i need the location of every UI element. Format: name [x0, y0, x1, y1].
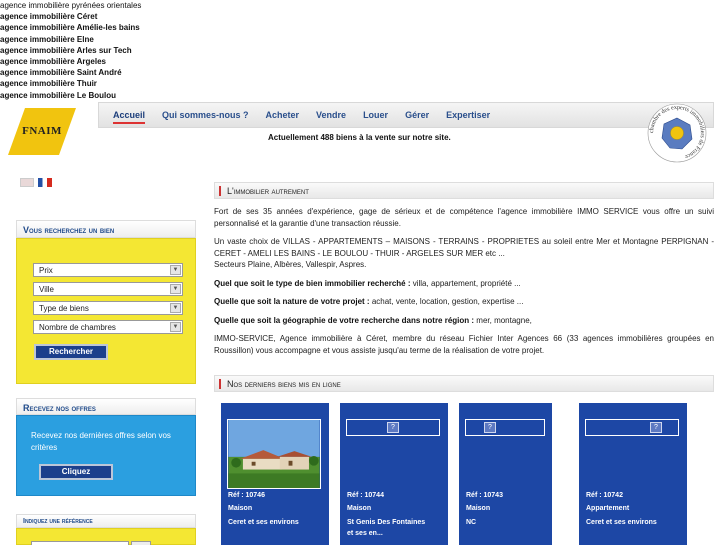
intro-question: Quelle que soit la géographie de votre r…: [214, 315, 714, 327]
chevron-down-icon: ▼: [170, 303, 181, 313]
top-links: agence immobilière pyrénées orientales a…: [0, 0, 141, 101]
listing-photo-placeholder[interactable]: ?: [585, 419, 679, 436]
intro-paragraph-main: Un vaste choix de VILLAS - APPARTEMENTS …: [214, 237, 714, 258]
nav-item-accueil[interactable]: Accueil: [113, 110, 146, 124]
nav-item-vendre[interactable]: Vendre: [316, 110, 346, 124]
search-panel-title: Vous recherchez un bien: [16, 220, 196, 238]
english-flag-icon[interactable]: [20, 178, 34, 187]
intro-question-text: villa, appartement, propriété ...: [410, 278, 521, 288]
intro-paragraph: Un vaste choix de VILLAS - APPARTEMENTS …: [214, 236, 714, 271]
listing-ref: Réf : 10746: [228, 492, 265, 499]
language-switcher: [20, 178, 52, 187]
property-type-select[interactable]: Type de biens ▼: [33, 301, 183, 315]
listing-photo[interactable]: [227, 419, 321, 489]
chevron-down-icon: ▼: [170, 284, 181, 294]
nav-item-gerer[interactable]: Gérer: [405, 110, 429, 124]
listing-ref: Réf : 10744: [347, 492, 384, 499]
offers-panel-title: Recevez nos offres: [16, 398, 196, 415]
top-link[interactable]: agence immobilière Le Boulou: [0, 90, 141, 101]
nav-item-acheter[interactable]: Acheter: [266, 110, 300, 124]
listing-photo-placeholder[interactable]: ?: [346, 419, 440, 436]
bedrooms-select[interactable]: Nombre de chambres ▼: [33, 320, 183, 334]
price-select-label: Prix: [39, 266, 53, 275]
property-type-select-label: Type de biens: [39, 304, 89, 313]
intro-section-title: L'immobilier autrement: [214, 182, 714, 199]
listing-ref: Réf : 10743: [466, 492, 503, 499]
listing-card[interactable]: ? Réf : 10742 Appartement Ceret et ses e…: [579, 403, 687, 545]
broken-image-icon: ?: [650, 422, 662, 433]
fnaim-logo-text: FNAIM: [22, 125, 62, 137]
top-link[interactable]: agence immobilière Céret: [0, 11, 141, 22]
top-link[interactable]: agence immobilière Arles sur Tech: [0, 45, 141, 56]
listing-card[interactable]: ? Réf : 10744 Maison St Genis Des Fontai…: [340, 403, 448, 545]
listing-photo-placeholder[interactable]: ?: [465, 419, 545, 436]
intro-paragraph-sectors: Secteurs Plaine, Albères, Vallespir, Asp…: [214, 260, 367, 269]
intro-question-label: Quel que soit le type de bien immobilier…: [214, 278, 411, 288]
intro-paragraph: IMMO-SERVICE, Agence immobilière à Céret…: [214, 334, 714, 355]
listing-card[interactable]: Réf : 10746 Maison Ceret et ses environs: [221, 403, 329, 545]
intro-question-label: Quelle que soit la géographie de votre r…: [214, 315, 475, 325]
top-link[interactable]: agence immobilière Thuir: [0, 78, 141, 89]
reference-submit-button[interactable]: [131, 541, 151, 545]
listing-type: Maison: [228, 505, 253, 512]
listing-type: Maison: [466, 505, 491, 512]
listing-place: St Genis Des Fontaines: [347, 519, 426, 526]
french-flag-icon[interactable]: [38, 178, 52, 187]
top-link[interactable]: agence immobilière Amélie-les bains: [0, 22, 141, 33]
top-link[interactable]: agence immobilière Elne: [0, 34, 141, 45]
intro-question: Quelle que soit la nature de votre proje…: [214, 296, 714, 308]
listing-card[interactable]: ? Réf : 10743 Maison NC: [459, 403, 552, 545]
reference-panel: Indiquez une référence: [16, 514, 196, 545]
city-select[interactable]: Ville ▼: [33, 282, 183, 296]
experts-seal-logo: chambre des experts immobiliers de Franc…: [647, 103, 707, 163]
listing-ref: Réf : 10742: [586, 492, 623, 499]
nav-item-louer[interactable]: Louer: [363, 110, 388, 124]
chevron-down-icon: ▼: [170, 322, 181, 332]
listing-type: Appartement: [586, 505, 630, 512]
intro-paragraph: Fort de ses 35 années d'expérience, gage…: [214, 207, 714, 228]
offers-panel: Recevez nos offres Recevez nos dernières…: [16, 398, 196, 496]
listing-place-cont: et ses en...: [347, 530, 383, 537]
price-select[interactable]: Prix ▼: [33, 263, 183, 277]
offers-button[interactable]: Cliquez: [39, 464, 113, 480]
intro-question: Quel que soit le type de bien immobilier…: [214, 278, 714, 290]
offers-text: Recevez nos dernières offres selon vos c…: [31, 431, 171, 452]
intro-question-text: mer, montagne,: [474, 315, 532, 325]
chevron-down-icon: ▼: [170, 265, 181, 275]
reference-panel-title: Indiquez une référence: [16, 514, 196, 528]
top-link[interactable]: agence immobilière Saint André: [0, 67, 141, 78]
top-link[interactable]: agence immobilière pyrénées orientales: [0, 0, 141, 11]
top-link[interactable]: agence immobilière Argeles: [0, 56, 141, 67]
search-button[interactable]: Rechercher: [34, 344, 108, 360]
nav-item-qui-sommes-nous[interactable]: Qui sommes-nous ?: [162, 110, 249, 124]
city-select-label: Ville: [39, 285, 54, 294]
bedrooms-select-label: Nombre de chambres: [39, 323, 116, 332]
intro-text: Fort de ses 35 années d'expérience, gage…: [214, 206, 714, 363]
listing-counter: Actuellement 488 biens à la vente sur no…: [268, 133, 451, 142]
broken-image-icon: ?: [484, 422, 496, 433]
listing-place: Ceret et ses environs: [228, 519, 299, 526]
intro-question-text: achat, vente, location, gestion, experti…: [369, 297, 524, 306]
fnaim-logo[interactable]: FNAIM: [8, 108, 76, 155]
main-nav: Accueil Qui sommes-nous ? Acheter Vendre…: [98, 102, 714, 128]
nav-item-expertiser[interactable]: Expertiser: [446, 110, 490, 124]
listing-type: Maison: [347, 505, 372, 512]
reference-input[interactable]: [31, 541, 129, 545]
broken-image-icon: ?: [387, 422, 399, 433]
intro-question-label: Quelle que soit la nature de votre proje…: [214, 297, 370, 306]
listing-place: NC: [466, 519, 477, 526]
latest-section-title: Nos derniers biens mis en ligne: [214, 375, 714, 392]
search-panel: Vous recherchez un bien Prix ▼ Ville ▼ Typ…: [16, 220, 196, 384]
listing-place: Ceret et ses environs: [586, 519, 657, 526]
